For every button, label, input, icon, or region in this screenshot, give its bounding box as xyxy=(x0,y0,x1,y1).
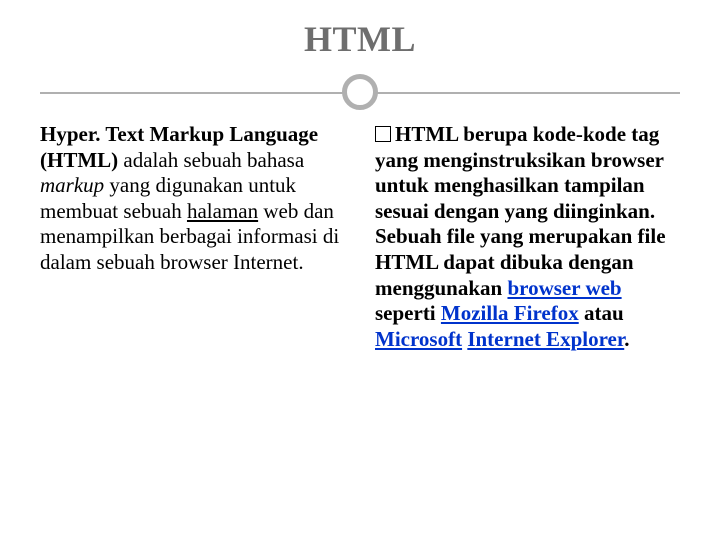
left-italic-text: markup xyxy=(40,173,104,197)
divider-decoration xyxy=(0,74,720,114)
right-text-3: atau xyxy=(579,301,624,325)
circle-decoration-icon xyxy=(342,74,378,110)
slide: HTML Hyper. Text Markup Language (HTML) … xyxy=(0,0,720,540)
link-browser-web[interactable]: browser web xyxy=(507,276,621,300)
left-text-1: adalah sebuah bahasa xyxy=(118,148,304,172)
link-internet-explorer[interactable]: Internet Explorer xyxy=(467,327,624,351)
right-text-2: seperti xyxy=(375,301,441,325)
right-column: HTML berupa kode-kode tag yang menginstr… xyxy=(375,122,680,352)
left-halaman-text: halaman xyxy=(187,199,258,223)
right-text-4: . xyxy=(624,327,629,351)
right-text-1: HTML berupa kode-kode tag yang menginstr… xyxy=(375,122,666,300)
page-title: HTML xyxy=(0,0,720,60)
left-column: Hyper. Text Markup Language (HTML) adala… xyxy=(40,122,345,352)
link-mozilla-firefox[interactable]: Mozilla Firefox xyxy=(441,301,579,325)
link-microsoft[interactable]: Microsoft xyxy=(375,327,462,351)
square-bullet-icon xyxy=(375,126,391,142)
content-columns: Hyper. Text Markup Language (HTML) adala… xyxy=(0,114,720,352)
